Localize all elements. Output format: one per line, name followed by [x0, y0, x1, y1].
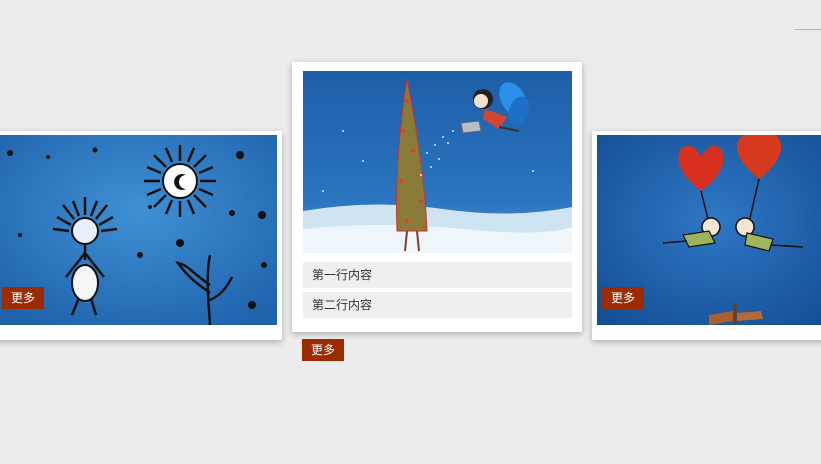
info-row-2: 第二行内容 — [303, 292, 572, 318]
slide-image-fairy-tree[interactable] — [303, 71, 572, 253]
more-button-center[interactable]: 更多 — [302, 339, 345, 361]
carousel-slide-center[interactable]: 第一行内容 第二行内容 — [292, 62, 582, 332]
info-row-1: 第一行内容 — [303, 262, 572, 288]
more-button-left[interactable]: 更多 — [2, 287, 45, 309]
top-divider-line — [795, 29, 821, 30]
more-button-right[interactable]: 更多 — [602, 287, 645, 309]
